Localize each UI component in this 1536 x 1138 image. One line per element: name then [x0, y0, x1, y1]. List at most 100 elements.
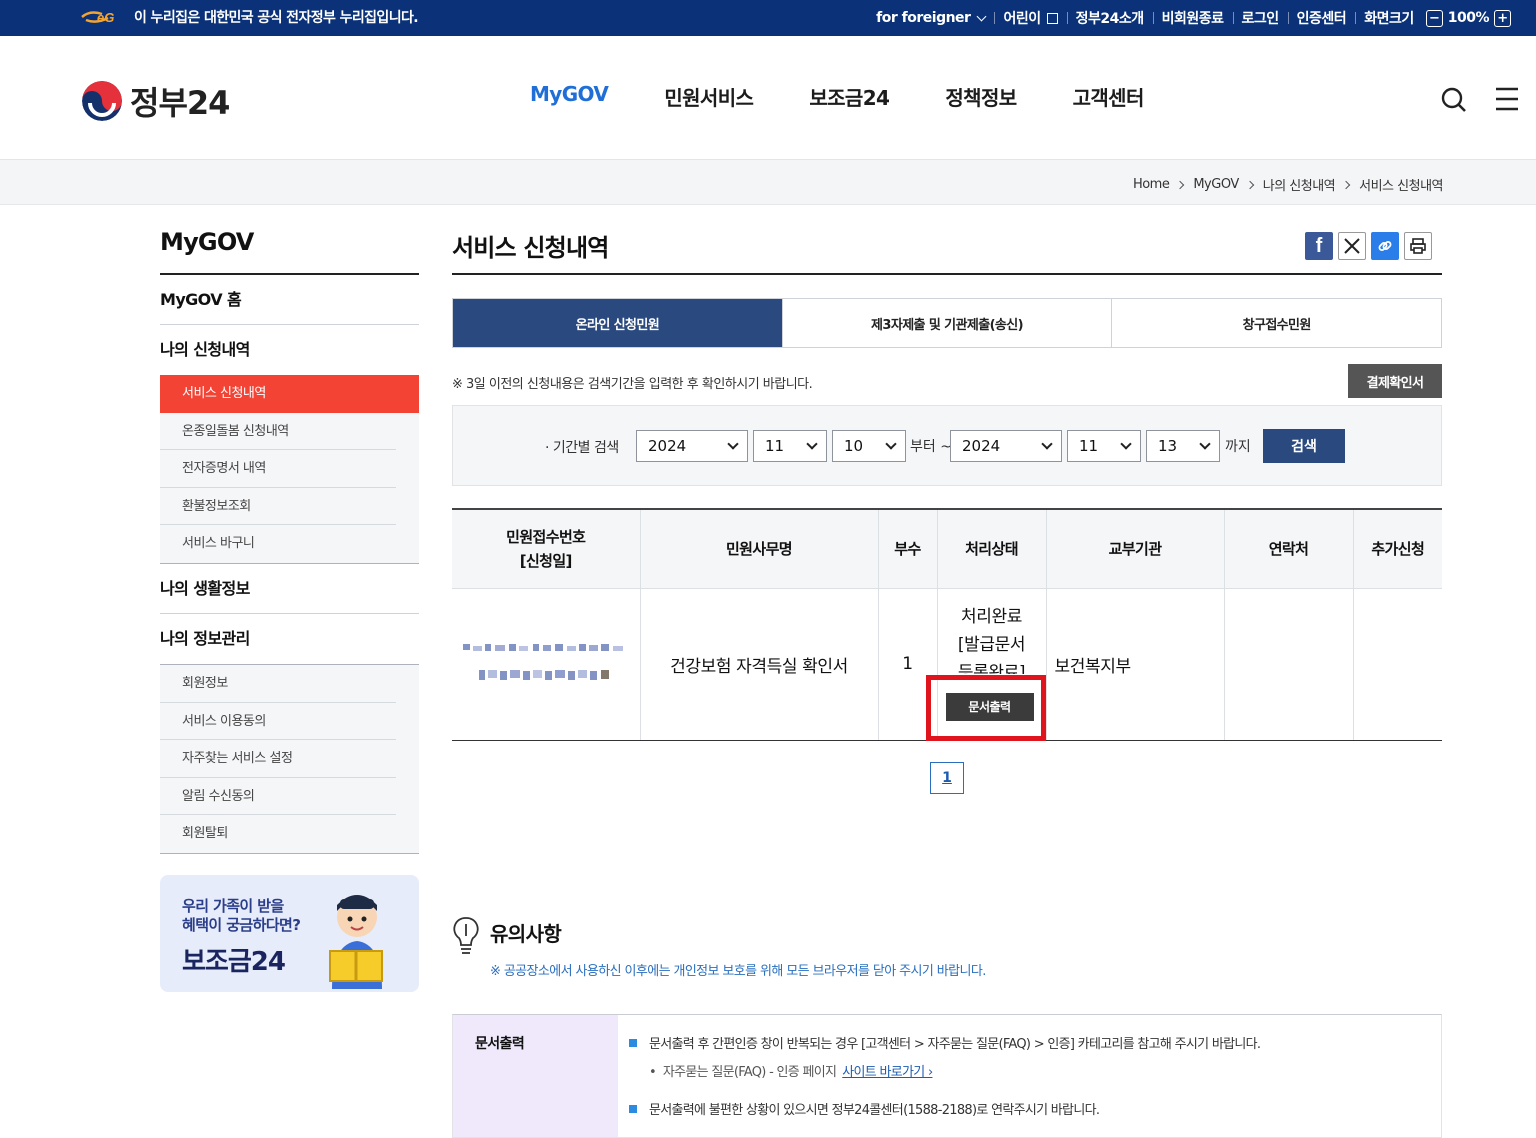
bullet-icon: [629, 1105, 637, 1113]
sidebar-item-refund[interactable]: 환불정보조회: [160, 488, 396, 526]
search-button[interactable]: 검색: [1263, 429, 1345, 463]
gnb-mygov[interactable]: MyGOV: [530, 82, 609, 111]
tab-counter-applications[interactable]: 창구접수민원: [1111, 299, 1441, 347]
col-status: 처리상태: [936, 508, 1046, 588]
svg-text:eG: eG: [97, 10, 114, 25]
x-share-icon[interactable]: [1338, 232, 1366, 260]
sidebar-item-service-history[interactable]: 서비스 신청내역: [160, 375, 419, 413]
zoom-out-button[interactable]: −: [1425, 9, 1443, 27]
sidebar-item-service-consent[interactable]: 서비스 이용동의: [160, 703, 396, 741]
caution-title: 유의사항: [490, 922, 562, 946]
gnb-subsidy[interactable]: 보조금24: [809, 82, 890, 111]
to-year-select[interactable]: 2024: [950, 430, 1062, 462]
util-for-foreigner[interactable]: for foreigner: [867, 10, 994, 26]
gnb-policy[interactable]: 정책정보: [945, 82, 1017, 111]
util-guest-logout[interactable]: 비회원종료: [1152, 8, 1233, 28]
util-login[interactable]: 로그인: [1232, 8, 1288, 28]
pagination-page-1[interactable]: 1: [930, 762, 964, 794]
zoom-value: 100%: [1447, 10, 1490, 26]
sidebar-item-notification-consent[interactable]: 알림 수신동의: [160, 778, 396, 816]
col-contact: 연락처: [1223, 508, 1353, 588]
sidebar-item-service-basket[interactable]: 서비스 바구니: [160, 525, 396, 563]
from-day-select[interactable]: 10: [832, 430, 906, 462]
col-copies: 부수: [877, 508, 937, 588]
chevron-right-icon: [1176, 180, 1185, 189]
application-tabs: 온라인 신청민원 제3자제출 및 기관제출(송신) 창구접수민원: [452, 298, 1442, 348]
bullet-icon: [629, 1039, 637, 1047]
from-word: 부터 ~: [910, 439, 952, 455]
sidebar-item-member-info[interactable]: 회원정보: [160, 665, 396, 703]
to-word: 까지: [1225, 439, 1251, 455]
sidebar-item-e-certificate[interactable]: 전자증명서 내역: [160, 450, 396, 488]
sidebar-item-favorites[interactable]: 자주찾는 서비스 설정: [160, 740, 396, 778]
faq-site-link[interactable]: 사이트 바로가기 ›: [842, 1065, 933, 1080]
table-header-row: 민원접수번호 [신청일] 민원사무명 부수 처리상태 교부기관 연락처 추가신청: [452, 508, 1442, 588]
caution-item-2: 문서출력에 불편한 상황이 있으시면 정부24콜센터(1588-2188)로 연…: [629, 1099, 1100, 1118]
breadcrumb-mygov[interactable]: MyGOV: [1193, 177, 1239, 192]
sidebar-group-info-management[interactable]: 나의 정보관리: [160, 614, 419, 664]
subsidy24-banner[interactable]: 우리 가족이 받을 혜택이 궁금하다면? 보조금24: [160, 875, 419, 992]
caution-subtext: ※ 공공장소에서 사용하신 이후에는 개인정보 보호를 위해 모든 브라우저를 …: [490, 964, 986, 979]
facebook-share-icon[interactable]: f: [1305, 232, 1333, 260]
sidebar-item-withdraw[interactable]: 회원탈퇴: [160, 815, 396, 853]
banner-title: 보조금24: [182, 947, 286, 977]
col-service-name: 민원사무명: [639, 508, 878, 588]
util-about[interactable]: 정부24소개: [1066, 8, 1153, 28]
logo-text: 정부24: [130, 84, 230, 122]
service-name-cell[interactable]: 건강보험 자격득실 확인서: [639, 587, 878, 741]
main-nav: MyGOV 민원서비스 보조금24 정책정보 고객센터: [530, 82, 1200, 111]
chevron-down-icon: [1041, 438, 1053, 450]
sidebar-item-allday-care[interactable]: 온종일돌봄 신청내역: [160, 413, 396, 451]
chevron-down-icon: [727, 438, 739, 450]
external-link-icon: [1046, 12, 1058, 24]
sidebar-item-mygov-home[interactable]: MyGOV 홈: [160, 275, 419, 325]
breadcrumb-current: 서비스 신청내역: [1359, 179, 1443, 194]
payment-confirmation-button[interactable]: 결제확인서: [1348, 364, 1442, 398]
utility-menu: for foreigner 어린이 정부24소개 비회원종료 로그인 인증센터 …: [867, 0, 1520, 36]
breadcrumb-my-applications[interactable]: 나의 신청내역: [1263, 175, 1336, 194]
caution-item-1-sub: • 자주묻는 질문(FAQ) - 인증 페이지 사이트 바로가기 ›: [649, 1065, 933, 1080]
zoom-label: 화면크기: [1364, 11, 1414, 27]
from-year-select[interactable]: 2024: [636, 430, 748, 462]
sidebar-group-life-info[interactable]: 나의 생활정보: [160, 564, 419, 614]
search-period-note: ※ 3일 이전의 신청내용은 검색기간을 입력한 후 확인하시기 바랍니다.: [452, 377, 813, 392]
util-cert-center[interactable]: 인증센터: [1287, 8, 1356, 28]
status-text: 처리완료 [발급문서 등록완료]: [957, 606, 1026, 674]
site-logo[interactable]: 정부24: [82, 78, 230, 124]
hamburger-menu-icon[interactable]: [1494, 86, 1520, 112]
tab-online-applications[interactable]: 온라인 신청민원: [453, 299, 782, 347]
chevron-down-icon: [1199, 438, 1211, 450]
chevron-down-icon: [1120, 438, 1132, 450]
zoom-in-button[interactable]: +: [1494, 9, 1511, 27]
search-icon[interactable]: [1440, 86, 1468, 114]
tab-third-party-submission[interactable]: 제3자제출 및 기관제출(송신): [781, 299, 1112, 347]
site-header: 정부24 MyGOV 민원서비스 보조금24 정책정보 고객센터: [0, 36, 1536, 160]
from-month-select[interactable]: 11: [753, 430, 827, 462]
agency-cell: 보건복지부: [1045, 587, 1224, 741]
sidebar-group-my-applications[interactable]: 나의 신청내역: [160, 325, 419, 375]
share-toolbar: f: [1300, 232, 1432, 260]
banner-line1: 우리 가족이 받을 혜택이 궁금하다면?: [182, 897, 301, 934]
util-kids[interactable]: 어린이: [994, 8, 1066, 28]
gnb-support[interactable]: 고객센터: [1073, 82, 1145, 111]
breadcrumb: Home MyGOV 나의 신청내역 서비스 신청내역: [1133, 175, 1444, 194]
egov-emblem-icon: eG: [81, 10, 114, 25]
page-title: 서비스 신청내역: [452, 228, 1442, 275]
chevron-down-icon: [885, 438, 897, 450]
col-issuing-agency: 교부기관: [1045, 508, 1224, 588]
chevron-down-icon: [806, 438, 818, 450]
lightbulb-icon: [453, 917, 479, 954]
sidebar-title: MyGOV: [160, 228, 419, 275]
col-extra-application: 추가신청: [1352, 508, 1442, 588]
copy-link-icon[interactable]: [1371, 232, 1399, 260]
caution-table: 문서출력 문서출력 후 간편인증 창이 반복되는 경우 [고객센터 > 자주묻는…: [452, 1014, 1442, 1138]
gnb-civil-service[interactable]: 민원서비스: [664, 82, 754, 111]
breadcrumb-home[interactable]: Home: [1133, 177, 1170, 192]
col-receipt-number: 민원접수번호 [신청일]: [452, 508, 640, 588]
to-month-select[interactable]: 11: [1067, 430, 1141, 462]
taegeuk-logo-icon: [82, 81, 122, 121]
to-day-select[interactable]: 13: [1146, 430, 1220, 462]
print-icon[interactable]: [1404, 232, 1432, 260]
chevron-right-icon: [1245, 180, 1254, 189]
receipt-number-cell: [452, 587, 640, 741]
